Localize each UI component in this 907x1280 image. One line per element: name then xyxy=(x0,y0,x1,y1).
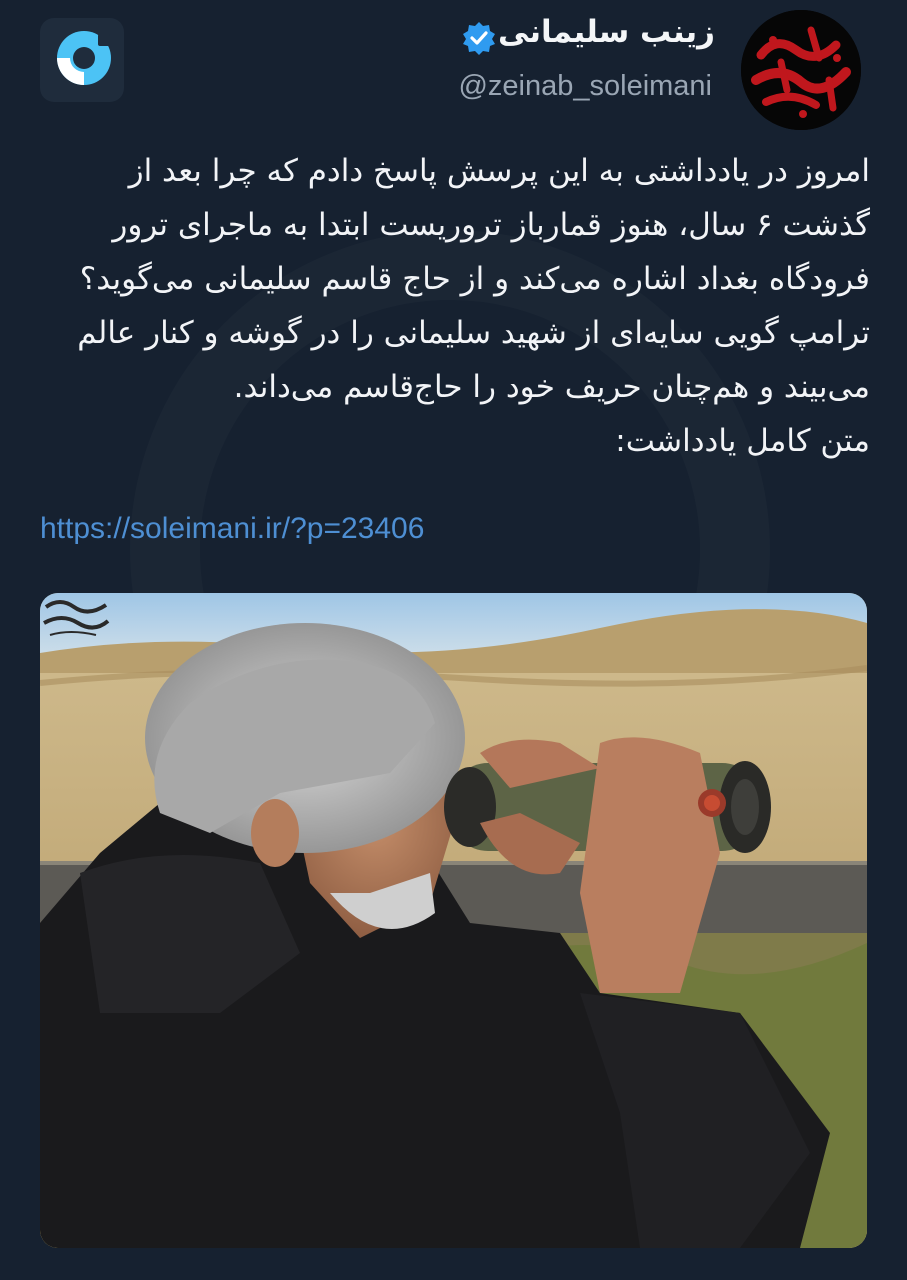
tweet-paragraph: امروز در یادداشتی به این پرسش پاسخ دادم … xyxy=(79,153,870,297)
tweet-paragraph: ترامپ گویی سایه‌ای از شهید سلیمانی را در… xyxy=(77,315,870,405)
photo-man-binoculars xyxy=(40,593,867,1248)
article-link[interactable]: https://soleimani.ir/?p=23406 xyxy=(40,512,424,546)
user-handle[interactable]: @zeinab_soleimani xyxy=(458,70,712,103)
display-name[interactable]: زینب سلیمانی xyxy=(498,14,715,50)
verified-badge-icon xyxy=(461,20,497,56)
calligraphy-avatar xyxy=(741,10,861,130)
tweet-paragraph: متن کامل یادداشت: xyxy=(615,423,870,459)
avatar[interactable] xyxy=(741,10,861,130)
app-logo-icon xyxy=(40,18,124,102)
watermark-logo xyxy=(43,600,110,636)
tweet-photo[interactable] xyxy=(40,593,867,1248)
tweet-text: امروز در یادداشتی به این پرسش پاسخ دادم … xyxy=(40,144,870,468)
